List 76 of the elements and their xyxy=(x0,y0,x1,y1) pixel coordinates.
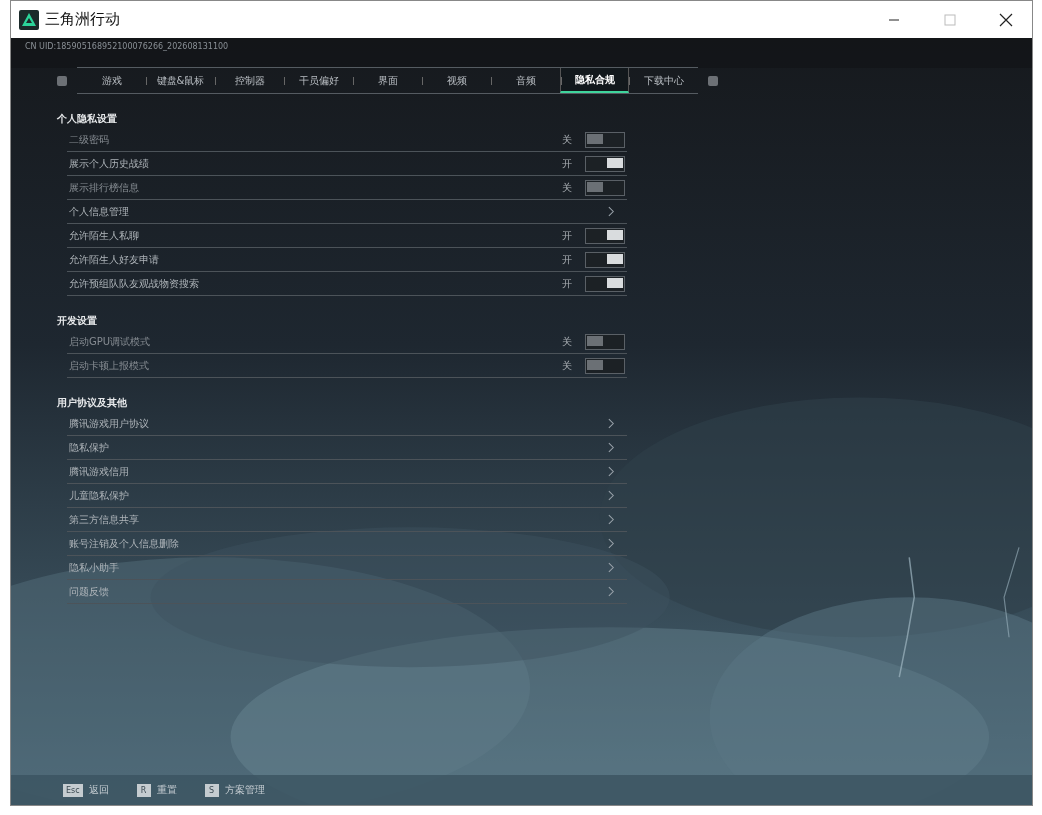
toggle-state-text: 开 xyxy=(562,276,572,291)
chevron-right-icon xyxy=(608,466,615,477)
setting-row[interactable]: 二级密码 关 xyxy=(67,128,627,152)
setting-label: 启动卡顿上报模式 xyxy=(69,358,150,373)
setting-label: 问题反馈 xyxy=(69,584,110,599)
setting-label: 启动GPU调试模式 xyxy=(69,334,152,349)
setting-row[interactable]: 展示个人历史战绩 开 xyxy=(67,152,627,176)
chevron-right-icon xyxy=(608,586,615,597)
section-title: 个人隐私设置 xyxy=(57,112,118,126)
setting-row[interactable]: 第三方信息共享 xyxy=(67,508,627,532)
setting-row[interactable]: 腾讯游戏用户协议 xyxy=(67,412,627,436)
chevron-right-icon xyxy=(608,418,615,429)
setting-label: 展示排行榜信息 xyxy=(69,180,140,195)
settings-tab[interactable]: 干员偏好 xyxy=(284,68,353,93)
toggle-state-text: 关 xyxy=(562,358,572,373)
key-hint-label: 重置 xyxy=(156,783,177,797)
toggle-state-text: 开 xyxy=(562,252,572,267)
setting-label: 腾讯游戏信用 xyxy=(69,464,130,479)
settings-tab[interactable]: 视频 xyxy=(422,68,491,93)
setting-label: 隐私保护 xyxy=(69,440,110,455)
settings-tab[interactable]: 键盘&鼠标 xyxy=(146,68,215,93)
setting-label: 展示个人历史战绩 xyxy=(69,156,150,171)
close-icon xyxy=(999,12,1013,27)
chevron-right-icon xyxy=(608,514,615,525)
setting-row[interactable]: 允许预组队队友观战物资搜索 开 xyxy=(67,272,627,296)
chevron-right-icon xyxy=(608,206,615,217)
key-hint: S xyxy=(204,783,219,797)
setting-row[interactable]: 个人信息管理 xyxy=(67,200,627,224)
key-hint: R xyxy=(136,783,151,797)
chevron-right-icon xyxy=(608,538,615,549)
settings-tab[interactable]: 控制器 xyxy=(215,68,284,93)
setting-row[interactable]: 允许陌生人好友申请 开 xyxy=(67,248,627,272)
setting-label: 允许预组队队友观战物资搜索 xyxy=(69,276,200,291)
settings-tab[interactable]: 下载中心 xyxy=(629,68,698,93)
app-logo-icon xyxy=(19,9,39,30)
settings-tab[interactable]: 界面 xyxy=(353,68,422,93)
setting-label: 允许陌生人私聊 xyxy=(69,228,140,243)
chevron-right-icon xyxy=(608,562,615,573)
chevron-right-icon xyxy=(608,490,615,501)
settings-tab[interactable]: 音频 xyxy=(491,68,560,93)
toggle-state-text: 开 xyxy=(562,228,572,243)
setting-label: 账号注销及个人信息删除 xyxy=(69,536,180,551)
setting-label: 第三方信息共享 xyxy=(69,512,140,527)
setting-label: 腾讯游戏用户协议 xyxy=(69,416,150,431)
toggle-state-text: 关 xyxy=(562,334,572,349)
toggle-state-text: 关 xyxy=(562,180,572,195)
toggle-state-text: 开 xyxy=(562,156,572,171)
setting-row[interactable]: 儿童隐私保护 xyxy=(67,484,627,508)
setting-row[interactable]: 隐私小助手 xyxy=(67,556,627,580)
setting-row[interactable]: 隐私保护 xyxy=(67,436,627,460)
window-title: 三角洲行动 xyxy=(45,10,120,29)
key-hint-label: 返回 xyxy=(88,783,109,797)
setting-row[interactable]: 启动GPU调试模式 关 xyxy=(67,330,627,354)
setting-row[interactable]: 启动卡顿上报模式 关 xyxy=(67,354,627,378)
key-hint-icon xyxy=(708,75,718,86)
setting-row[interactable]: 腾讯游戏信用 xyxy=(67,460,627,484)
chevron-right-icon xyxy=(608,442,615,453)
key-hint-icon xyxy=(57,75,67,86)
key-hint: Esc xyxy=(63,783,83,797)
setting-label: 个人信息管理 xyxy=(69,204,130,219)
key-hint-label: 方案管理 xyxy=(224,783,265,797)
maximize-icon xyxy=(944,13,956,26)
setting-label: 二级密码 xyxy=(69,132,110,147)
setting-row[interactable]: 问题反馈 xyxy=(67,580,627,604)
setting-label: 儿童隐私保护 xyxy=(69,488,130,503)
section-title: 开发设置 xyxy=(57,314,98,328)
setting-row[interactable]: 展示排行榜信息 关 xyxy=(67,176,627,200)
setting-label: 允许陌生人好友申请 xyxy=(69,252,160,267)
setting-label: 隐私小助手 xyxy=(69,560,120,575)
settings-tab[interactable]: 游戏 xyxy=(77,68,146,93)
setting-row[interactable]: 允许陌生人私聊 开 xyxy=(67,224,627,248)
setting-row[interactable]: 账号注销及个人信息删除 xyxy=(67,532,627,556)
settings-tab[interactable]: 隐私合规 xyxy=(560,68,629,93)
toggle-state-text: 关 xyxy=(562,132,572,147)
section-title: 用户协议及其他 xyxy=(57,396,128,410)
uid-text: CN UID:185905168952100076266_202608131100 xyxy=(25,42,230,51)
